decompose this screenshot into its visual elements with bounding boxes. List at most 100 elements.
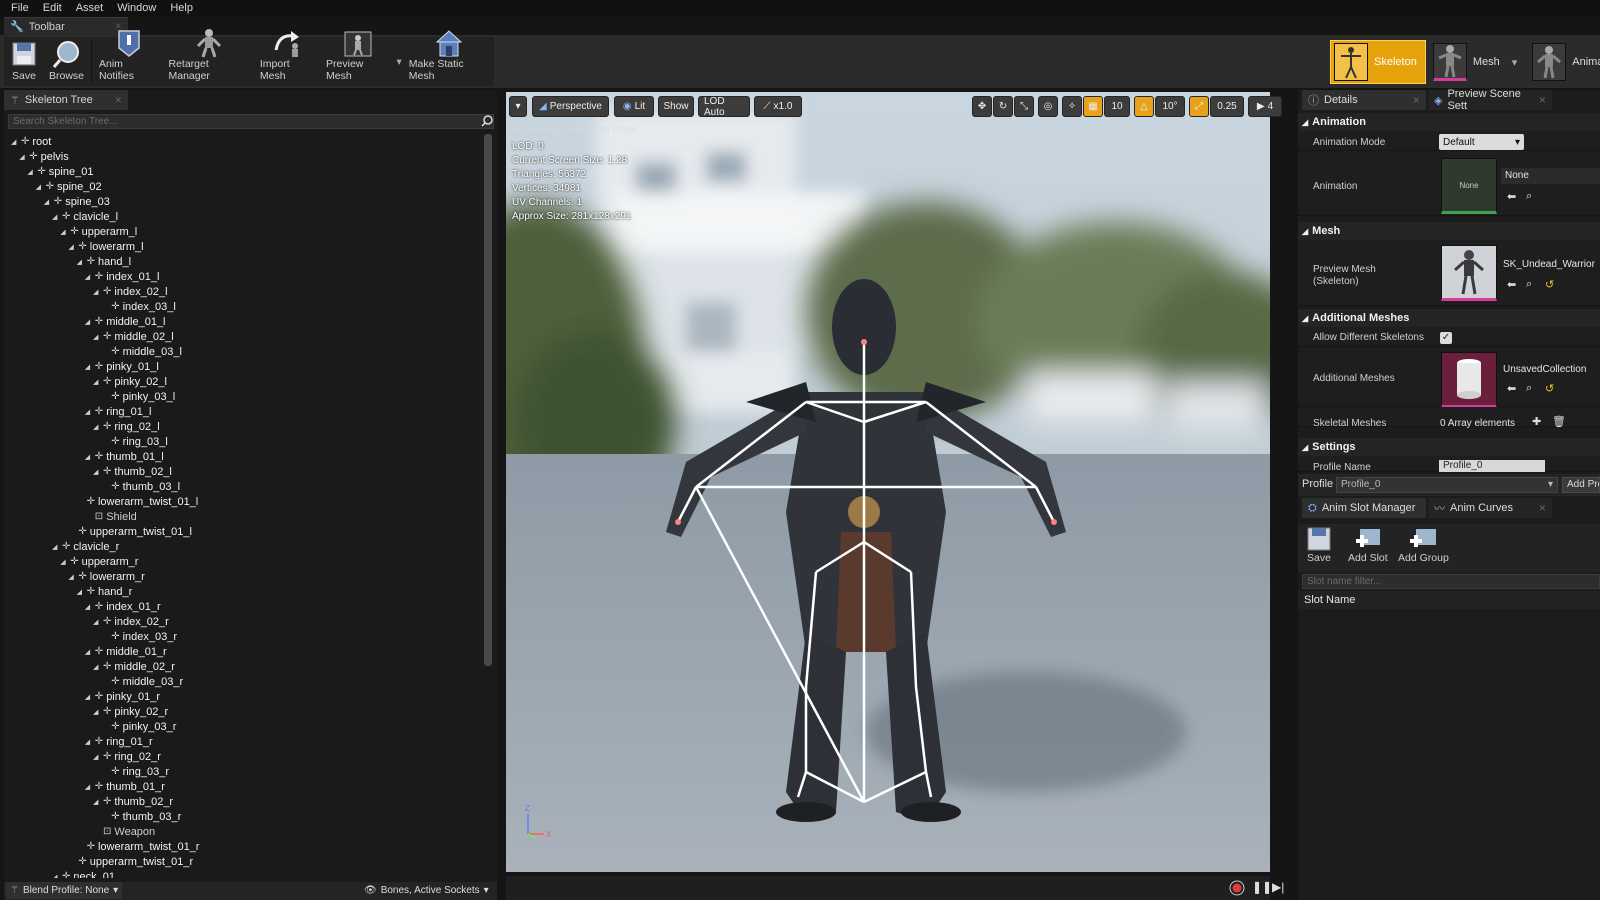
playback-speed-button[interactable]: ⟋ x1.0 bbox=[754, 96, 802, 117]
expand-arrow-icon[interactable]: ◢ bbox=[85, 693, 92, 701]
additional-meshes-value[interactable]: UnsavedCollection bbox=[1503, 364, 1586, 375]
browse-asset-icon[interactable]: ⌕ bbox=[1526, 382, 1532, 395]
skeleton-search-input[interactable]: Search Skeleton Tree... bbox=[8, 114, 494, 129]
tree-item[interactable]: ◢ ✛ ring_02_l bbox=[93, 419, 160, 434]
tree-item[interactable]: ✛ index_03_r bbox=[101, 629, 177, 644]
tree-item[interactable]: ◢ ✛ root bbox=[11, 134, 51, 149]
menu-asset[interactable]: Asset bbox=[69, 0, 111, 17]
browse-button[interactable]: Browse bbox=[44, 37, 89, 86]
tree-item[interactable]: ◢ ✛ lowerarm_r bbox=[68, 569, 144, 584]
tree-item[interactable]: ◢ ✛ ring_01_l bbox=[85, 404, 152, 419]
animation-category[interactable]: ◢ Animation bbox=[1298, 113, 1600, 131]
tree-item[interactable]: ◢ ✛ index_01_r bbox=[85, 599, 161, 614]
tree-item[interactable]: ✛ ring_03_l bbox=[101, 434, 168, 449]
tree-item[interactable]: ◢ ✛ spine_01 bbox=[27, 164, 93, 179]
save-button[interactable]: Save bbox=[4, 37, 44, 86]
tree-item[interactable]: ✛ lowerarm_twist_01_r bbox=[77, 839, 200, 854]
add-element-icon[interactable]: ✚ bbox=[1532, 415, 1541, 428]
camera-speed-button[interactable]: ▶ 4 bbox=[1248, 96, 1282, 117]
menu-help[interactable]: Help bbox=[163, 0, 200, 17]
add-group-button[interactable]: Add Group bbox=[1394, 526, 1453, 567]
tree-item[interactable]: ◢ ✛ index_02_l bbox=[93, 284, 168, 299]
animation-asset-value[interactable]: None bbox=[1501, 168, 1600, 184]
tree-item[interactable]: ◢ ✛ thumb_01_l bbox=[85, 449, 164, 464]
anim-curves-tab[interactable]: 〰 Anim Curves ✕ bbox=[1428, 498, 1552, 518]
scale-snap-value[interactable]: 0.25 bbox=[1210, 96, 1244, 117]
tree-item[interactable]: ◢ ✛ pinky_01_r bbox=[85, 689, 160, 704]
tree-item[interactable]: ◢ ✛ pelvis bbox=[19, 149, 69, 164]
viewport-options-button[interactable]: ▾ bbox=[509, 96, 527, 117]
make-static-mesh-button[interactable]: Make Static Mesh bbox=[404, 30, 494, 86]
close-icon[interactable]: ✕ bbox=[1538, 95, 1546, 106]
grid-snap-icon[interactable]: ▦ bbox=[1083, 96, 1103, 117]
tree-item[interactable]: ◢ ✛ neck_01 bbox=[52, 869, 115, 879]
expand-arrow-icon[interactable]: ◢ bbox=[93, 618, 100, 626]
tree-item[interactable]: ◢ ✛ middle_01_l bbox=[85, 314, 166, 329]
tree-item[interactable]: ✛ thumb_03_r bbox=[101, 809, 181, 824]
tree-item[interactable]: ✛ middle_03_l bbox=[101, 344, 182, 359]
tree-item[interactable]: ◢ ✛ pinky_01_l bbox=[85, 359, 159, 374]
expand-arrow-icon[interactable]: ◢ bbox=[77, 588, 84, 596]
tree-item[interactable]: ◢ ✛ spine_02 bbox=[36, 179, 102, 194]
tree-item[interactable]: ✛ index_03_l bbox=[101, 299, 176, 314]
expand-arrow-icon[interactable]: ◢ bbox=[11, 138, 18, 146]
tree-item[interactable]: ⊡ Shield bbox=[85, 509, 137, 524]
expand-arrow-icon[interactable]: ◢ bbox=[85, 408, 92, 416]
animation-mode-button[interactable]: Animation bbox=[1529, 40, 1600, 84]
tree-item[interactable]: ✛ ring_03_r bbox=[101, 764, 169, 779]
tree-item[interactable]: ◢ ✛ ring_01_r bbox=[85, 734, 153, 749]
trash-icon[interactable]: 🗑 bbox=[1552, 415, 1566, 428]
tree-item[interactable]: ◢ ✛ upperarm_r bbox=[60, 554, 138, 569]
preview-scene-settings-tab[interactable]: ◈ Preview Scene Sett ✕ bbox=[1428, 88, 1552, 112]
expand-arrow-icon[interactable]: ◢ bbox=[77, 258, 84, 266]
lit-button[interactable]: ◉ Lit bbox=[614, 96, 654, 117]
lod-button[interactable]: LOD Auto bbox=[698, 96, 750, 118]
toolbar-tab[interactable]: 🔧 Toolbar ✕ bbox=[4, 17, 128, 35]
blend-profile-dropdown[interactable]: ⚚ Blend Profile: None ▾ bbox=[6, 882, 123, 899]
expand-arrow-icon[interactable]: ◢ bbox=[85, 453, 92, 461]
close-icon[interactable]: ✕ bbox=[114, 95, 122, 106]
profile-name-input[interactable]: Profile_0 bbox=[1439, 460, 1545, 472]
import-mesh-button[interactable]: Import Mesh bbox=[255, 31, 321, 86]
preview-mesh-dropdown[interactable]: ▾ bbox=[394, 37, 403, 86]
expand-arrow-icon[interactable]: ◢ bbox=[85, 738, 92, 746]
surface-snap-icon[interactable]: ✧ bbox=[1062, 96, 1082, 117]
tree-item[interactable]: ◢ ✛ middle_02_l bbox=[93, 329, 174, 344]
chevron-down-icon[interactable]: ▾ bbox=[1512, 56, 1518, 69]
tree-item[interactable]: ✛ pinky_03_l bbox=[101, 389, 175, 404]
expand-arrow-icon[interactable]: ◢ bbox=[52, 213, 59, 221]
skeleton-tree-tab[interactable]: ⚚ Skeleton Tree ✕ bbox=[4, 90, 128, 110]
details-tab[interactable]: ⓘ Details ✕ bbox=[1302, 90, 1426, 110]
tree-item[interactable]: ◢ ✛ thumb_01_r bbox=[85, 779, 165, 794]
expand-arrow-icon[interactable]: ◢ bbox=[93, 663, 100, 671]
add-profile-button[interactable]: Add Pro bbox=[1562, 477, 1600, 493]
preview-mesh-thumbnail[interactable] bbox=[1441, 245, 1497, 301]
tree-item[interactable]: ◢ ✛ clavicle_r bbox=[52, 539, 119, 554]
tree-item[interactable]: ◢ ✛ middle_02_r bbox=[93, 659, 175, 674]
tree-item[interactable]: ◢ ✛ lowerarm_l bbox=[68, 239, 143, 254]
browse-asset-icon[interactable]: ⌕ bbox=[1526, 278, 1532, 291]
anim-slot-manager-tab[interactable]: ⛭ Anim Slot Manager bbox=[1302, 498, 1426, 518]
tree-item[interactable]: ◢ ✛ spine_03 bbox=[44, 194, 110, 209]
preview-mesh-button[interactable]: Preview Mesh bbox=[321, 31, 394, 86]
expand-arrow-icon[interactable]: ◢ bbox=[93, 468, 100, 476]
tree-item[interactable]: ✛ lowerarm_twist_01_l bbox=[77, 494, 199, 509]
scale-snap-icon[interactable]: ⤢ bbox=[1189, 96, 1209, 117]
profile-dropdown[interactable]: Profile_0 ▾ bbox=[1336, 477, 1558, 493]
tree-item[interactable]: ✛ pinky_03_r bbox=[101, 719, 176, 734]
tree-item[interactable]: ◢ ✛ pinky_02_r bbox=[93, 704, 168, 719]
expand-arrow-icon[interactable]: ◢ bbox=[44, 198, 51, 206]
tree-item[interactable]: ◢ ✛ upperarm_l bbox=[60, 224, 137, 239]
tree-item[interactable]: ◢ ✛ ring_02_r bbox=[93, 749, 161, 764]
additional-meshes-thumbnail[interactable] bbox=[1441, 352, 1497, 408]
tree-item[interactable]: ◢ ✛ clavicle_l bbox=[52, 209, 118, 224]
expand-arrow-icon[interactable]: ◢ bbox=[85, 783, 92, 791]
expand-arrow-icon[interactable]: ◢ bbox=[52, 873, 59, 879]
use-selected-icon[interactable]: ⬅ bbox=[1507, 190, 1516, 203]
animation-mode-dropdown[interactable]: Default ▾ bbox=[1439, 134, 1524, 150]
tree-item[interactable]: ◢ ✛ thumb_02_r bbox=[93, 794, 173, 809]
rotation-snap-icon[interactable]: △ bbox=[1134, 96, 1154, 117]
pause-icon[interactable]: ❚❚ bbox=[1252, 880, 1272, 894]
tree-item[interactable]: ✛ upperarm_twist_01_r bbox=[68, 854, 193, 869]
expand-arrow-icon[interactable]: ◢ bbox=[60, 558, 67, 566]
